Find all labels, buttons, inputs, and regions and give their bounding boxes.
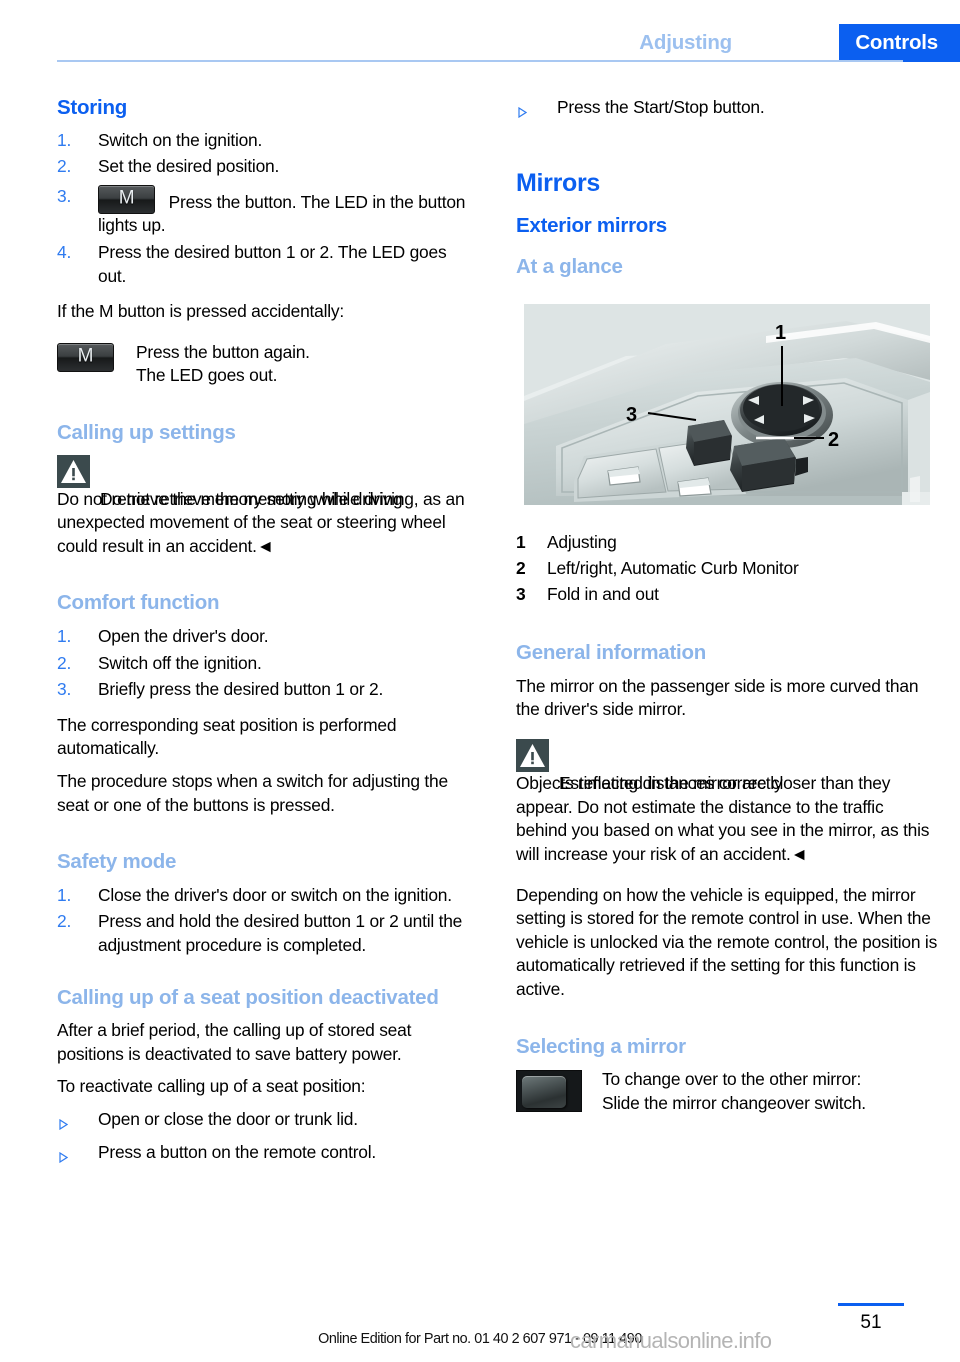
step-text: Set the desired position. — [98, 156, 280, 177]
warning-triangle-icon — [516, 739, 549, 773]
heading-general-information: General information — [516, 641, 707, 665]
step-text: Switch off the ignition. — [98, 652, 262, 673]
step-text: Switch on the ignition. — [98, 129, 263, 150]
reactivate-bullets: Open or close the door or trunk lid. Pre… — [57, 1108, 479, 1164]
step-number: 3. — [57, 679, 72, 700]
heading-at-a-glance: At a glance — [516, 254, 623, 278]
general-info-para1: The mirror on the passenger side is more… — [516, 675, 919, 720]
header-current-section: Controls — [839, 24, 960, 62]
step-text: Open the driver's door. — [98, 626, 269, 647]
step-number: 2. — [57, 156, 72, 177]
heading-safety-mode: Safety mode — [57, 850, 177, 874]
warning-body-memory: Do not retrieve the memory setting while… — [57, 488, 465, 556]
deactivated-para1: After a brief period, the calling up of … — [57, 1020, 412, 1064]
key-label: Fold in and out — [547, 584, 659, 605]
list-item: 1. Open the driver's door. — [57, 625, 479, 649]
list-item: 2. Switch off the ignition. — [57, 652, 479, 676]
footer-edition-line: Online Edition for Part no. 01 40 2 607 … — [318, 1331, 642, 1347]
list-item: 1 Adjusting — [516, 530, 938, 555]
mirror-changeover-switch-icon — [516, 1070, 582, 1113]
footer-divider — [838, 1303, 904, 1306]
key-number: 2 — [516, 558, 526, 579]
step-number: 1. — [57, 626, 72, 647]
heading-storing: Storing — [57, 96, 127, 119]
manual-page: Adjusting Controls Storing 1. Switch on … — [0, 0, 960, 1362]
list-item: 3. M Press the button. The LED in the bu… — [57, 184, 479, 238]
selecting-line2: Slide the mirror changeover switch. — [602, 1092, 866, 1113]
list-item: 1. Close the driver's door or switch on … — [57, 884, 479, 908]
accidental-press-block: M Press the button again. The LED goes o… — [57, 341, 479, 388]
step-number: 4. — [57, 241, 72, 262]
step-number: 3. — [57, 185, 72, 206]
accidental-press-line1: Press the button again. — [136, 341, 310, 362]
step-number: 1. — [57, 884, 72, 905]
header-divider — [57, 60, 903, 62]
triangle-bullet-icon — [518, 101, 528, 119]
door-control-panel-illustration: 1 3 2 — [516, 296, 938, 514]
storing-steps: 1. Switch on the ignition. 2. Set the de… — [57, 129, 479, 289]
m-button-icon: M — [57, 342, 114, 372]
triangle-bullet-icon — [59, 1113, 69, 1131]
comfort-function-para2: The procedure stops when a switch for ad… — [57, 771, 448, 815]
comfort-function-para1: The corresponding seat position is perfo… — [57, 714, 397, 759]
general-info-para2: Depending on how the vehicle is equipped… — [516, 884, 938, 999]
list-item: 3. Briefly press the desired button 1 or… — [57, 678, 479, 702]
step-text: Press and hold the desired button 1 or 2… — [98, 911, 463, 955]
step-text: Briefly press the desired button 1 or 2. — [98, 679, 384, 700]
step-text: Press the desired button 1 or 2. The LED… — [98, 241, 447, 286]
list-item: 1. Switch on the ignition. — [57, 129, 479, 153]
start-stop-bullet-list: Press the Start/Stop button. — [516, 96, 938, 120]
page-title-mirrors: Mirrors — [516, 168, 601, 197]
list-item: Press a button on the remote control. — [57, 1141, 479, 1165]
list-item: 3 Fold in and out — [516, 582, 938, 607]
warning-block-distances: Estimating distances correctly Objects r… — [516, 739, 938, 867]
page-header: Adjusting Controls — [0, 0, 960, 62]
heading-comfort-function: Comfort function — [57, 591, 220, 615]
key-number: 3 — [516, 584, 526, 605]
watermark: carmanualsonline.info — [570, 1328, 772, 1353]
header-previous-section: Adjusting — [639, 31, 732, 54]
warning-triangle-icon — [57, 454, 90, 488]
bullet-text: Press a button on the remote control. — [98, 1141, 376, 1162]
warning-block-memory: Do not retrieve the memory while driving… — [57, 454, 479, 559]
accidental-press-intro: If the M button is pressed accidentally: — [57, 301, 344, 322]
key-label: Adjusting — [547, 532, 617, 553]
list-item: 4. Press the desired button 1 or 2. The … — [57, 241, 479, 288]
left-column: Storing 1. Switch on the ignition. 2. Se… — [57, 96, 479, 1167]
step-number: 2. — [57, 911, 72, 932]
svg-text:2: 2 — [828, 429, 839, 451]
selecting-line1: To change over to the other mirror: — [602, 1069, 862, 1090]
key-label: Left/right, Automatic Curb Monitor — [547, 558, 799, 579]
m-button-letter: M — [118, 187, 135, 209]
step-number: 1. — [57, 129, 72, 150]
triangle-bullet-icon — [59, 1146, 69, 1163]
safety-mode-steps: 1. Close the driver's door or switch on … — [57, 884, 479, 958]
warning-body-distances: Objects reflected in the mirror are clos… — [516, 773, 930, 864]
heading-calling-up-settings: Calling up settings — [57, 420, 236, 444]
m-button-icon: M — [98, 184, 155, 214]
comfort-function-steps: 1. Open the driver's door. 2. Switch off… — [57, 625, 479, 702]
step-number: 2. — [57, 652, 72, 673]
accidental-press-line2: The LED goes out. — [136, 365, 278, 386]
bullet-text: Open or close the door or trunk lid. — [98, 1108, 358, 1129]
selecting-a-mirror-block: To change over to the other mirror: Slid… — [516, 1068, 938, 1115]
heading-exterior-mirrors: Exterior mirrors — [516, 214, 667, 238]
step-text: Close the driver's door or switch on the… — [98, 884, 452, 905]
list-item: 2. Set the desired position. — [57, 155, 479, 179]
illustration-key-list: 1 Adjusting 2 Left/right, Automatic Curb… — [516, 530, 938, 607]
svg-text:1: 1 — [775, 322, 786, 344]
svg-text:3: 3 — [626, 404, 637, 426]
m-button-letter: M — [77, 345, 94, 367]
heading-selecting-a-mirror: Selecting a mirror — [516, 1034, 686, 1058]
bullet-text: Press the Start/Stop button. — [557, 97, 765, 117]
heading-calling-up-deactivated: Calling up of a seat position deactivate… — [57, 985, 439, 1009]
right-column: Press the Start/Stop button. Mirrors Ext… — [516, 96, 938, 1115]
list-item: Open or close the door or trunk lid. — [57, 1108, 479, 1132]
list-item: 2 Left/right, Automatic Curb Monitor — [516, 556, 938, 581]
list-item: 2. Press and hold the desired button 1 o… — [57, 910, 479, 957]
list-item: Press the Start/Stop button. — [516, 96, 938, 120]
switch-pad — [522, 1076, 566, 1109]
deactivated-para2: To reactivate calling up of a seat posit… — [57, 1076, 366, 1097]
key-number: 1 — [516, 532, 526, 553]
